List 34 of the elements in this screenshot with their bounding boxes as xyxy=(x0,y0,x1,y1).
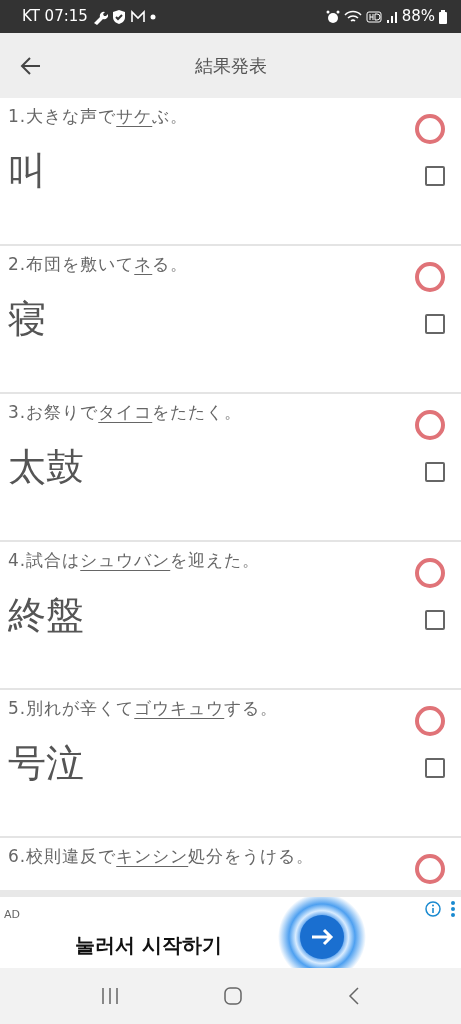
question-text: 5.別れが辛くて ゴウキュウする。 xyxy=(8,697,279,720)
question-text: 6.校則違反でキンシン処分をうける。 xyxy=(8,845,315,868)
info-icon[interactable] xyxy=(425,901,441,917)
recent-apps-icon[interactable] xyxy=(100,988,119,1004)
checkbox[interactable] xyxy=(425,166,445,186)
ad-label: AD xyxy=(4,908,20,921)
answer-text: 終盤 xyxy=(8,596,84,634)
answer-text: 寝 xyxy=(8,300,46,338)
question-text: 4.試合は シュウバン を迎えた。 xyxy=(8,549,261,572)
ad-headline: 눌러서 시작하기 xyxy=(75,932,222,959)
answer-text: 太鼓 xyxy=(8,448,84,486)
answer-text: 叫 xyxy=(8,152,46,190)
battery-level: 88% xyxy=(401,6,435,28)
checkbox[interactable] xyxy=(425,314,445,334)
signal-icon xyxy=(385,10,398,23)
status-time: KT 07:15 xyxy=(22,6,88,28)
mail-icon xyxy=(129,9,146,24)
question-text: 1.大きな声でサケぶ。 xyxy=(8,105,189,128)
shield-icon xyxy=(111,8,126,25)
dot-icon xyxy=(149,13,156,20)
question-text: 2.布団を敷いて ネ る。 xyxy=(8,253,189,276)
checkbox[interactable] xyxy=(425,758,445,778)
hd-icon xyxy=(365,10,382,23)
answer-text: 号泣 xyxy=(8,744,84,782)
home-icon[interactable] xyxy=(224,987,243,1005)
battery-icon xyxy=(439,9,447,24)
screen-title: 結果発表 xyxy=(194,55,267,76)
checkbox[interactable] xyxy=(425,462,445,482)
question-text: 3.お祭りでタイコ をたたく。 xyxy=(8,401,243,424)
wifi-icon xyxy=(343,9,362,24)
more-icon[interactable] xyxy=(450,901,456,917)
back-nav-icon[interactable] xyxy=(348,987,361,1005)
checkbox[interactable] xyxy=(425,610,445,630)
alarm-icon xyxy=(325,9,340,24)
